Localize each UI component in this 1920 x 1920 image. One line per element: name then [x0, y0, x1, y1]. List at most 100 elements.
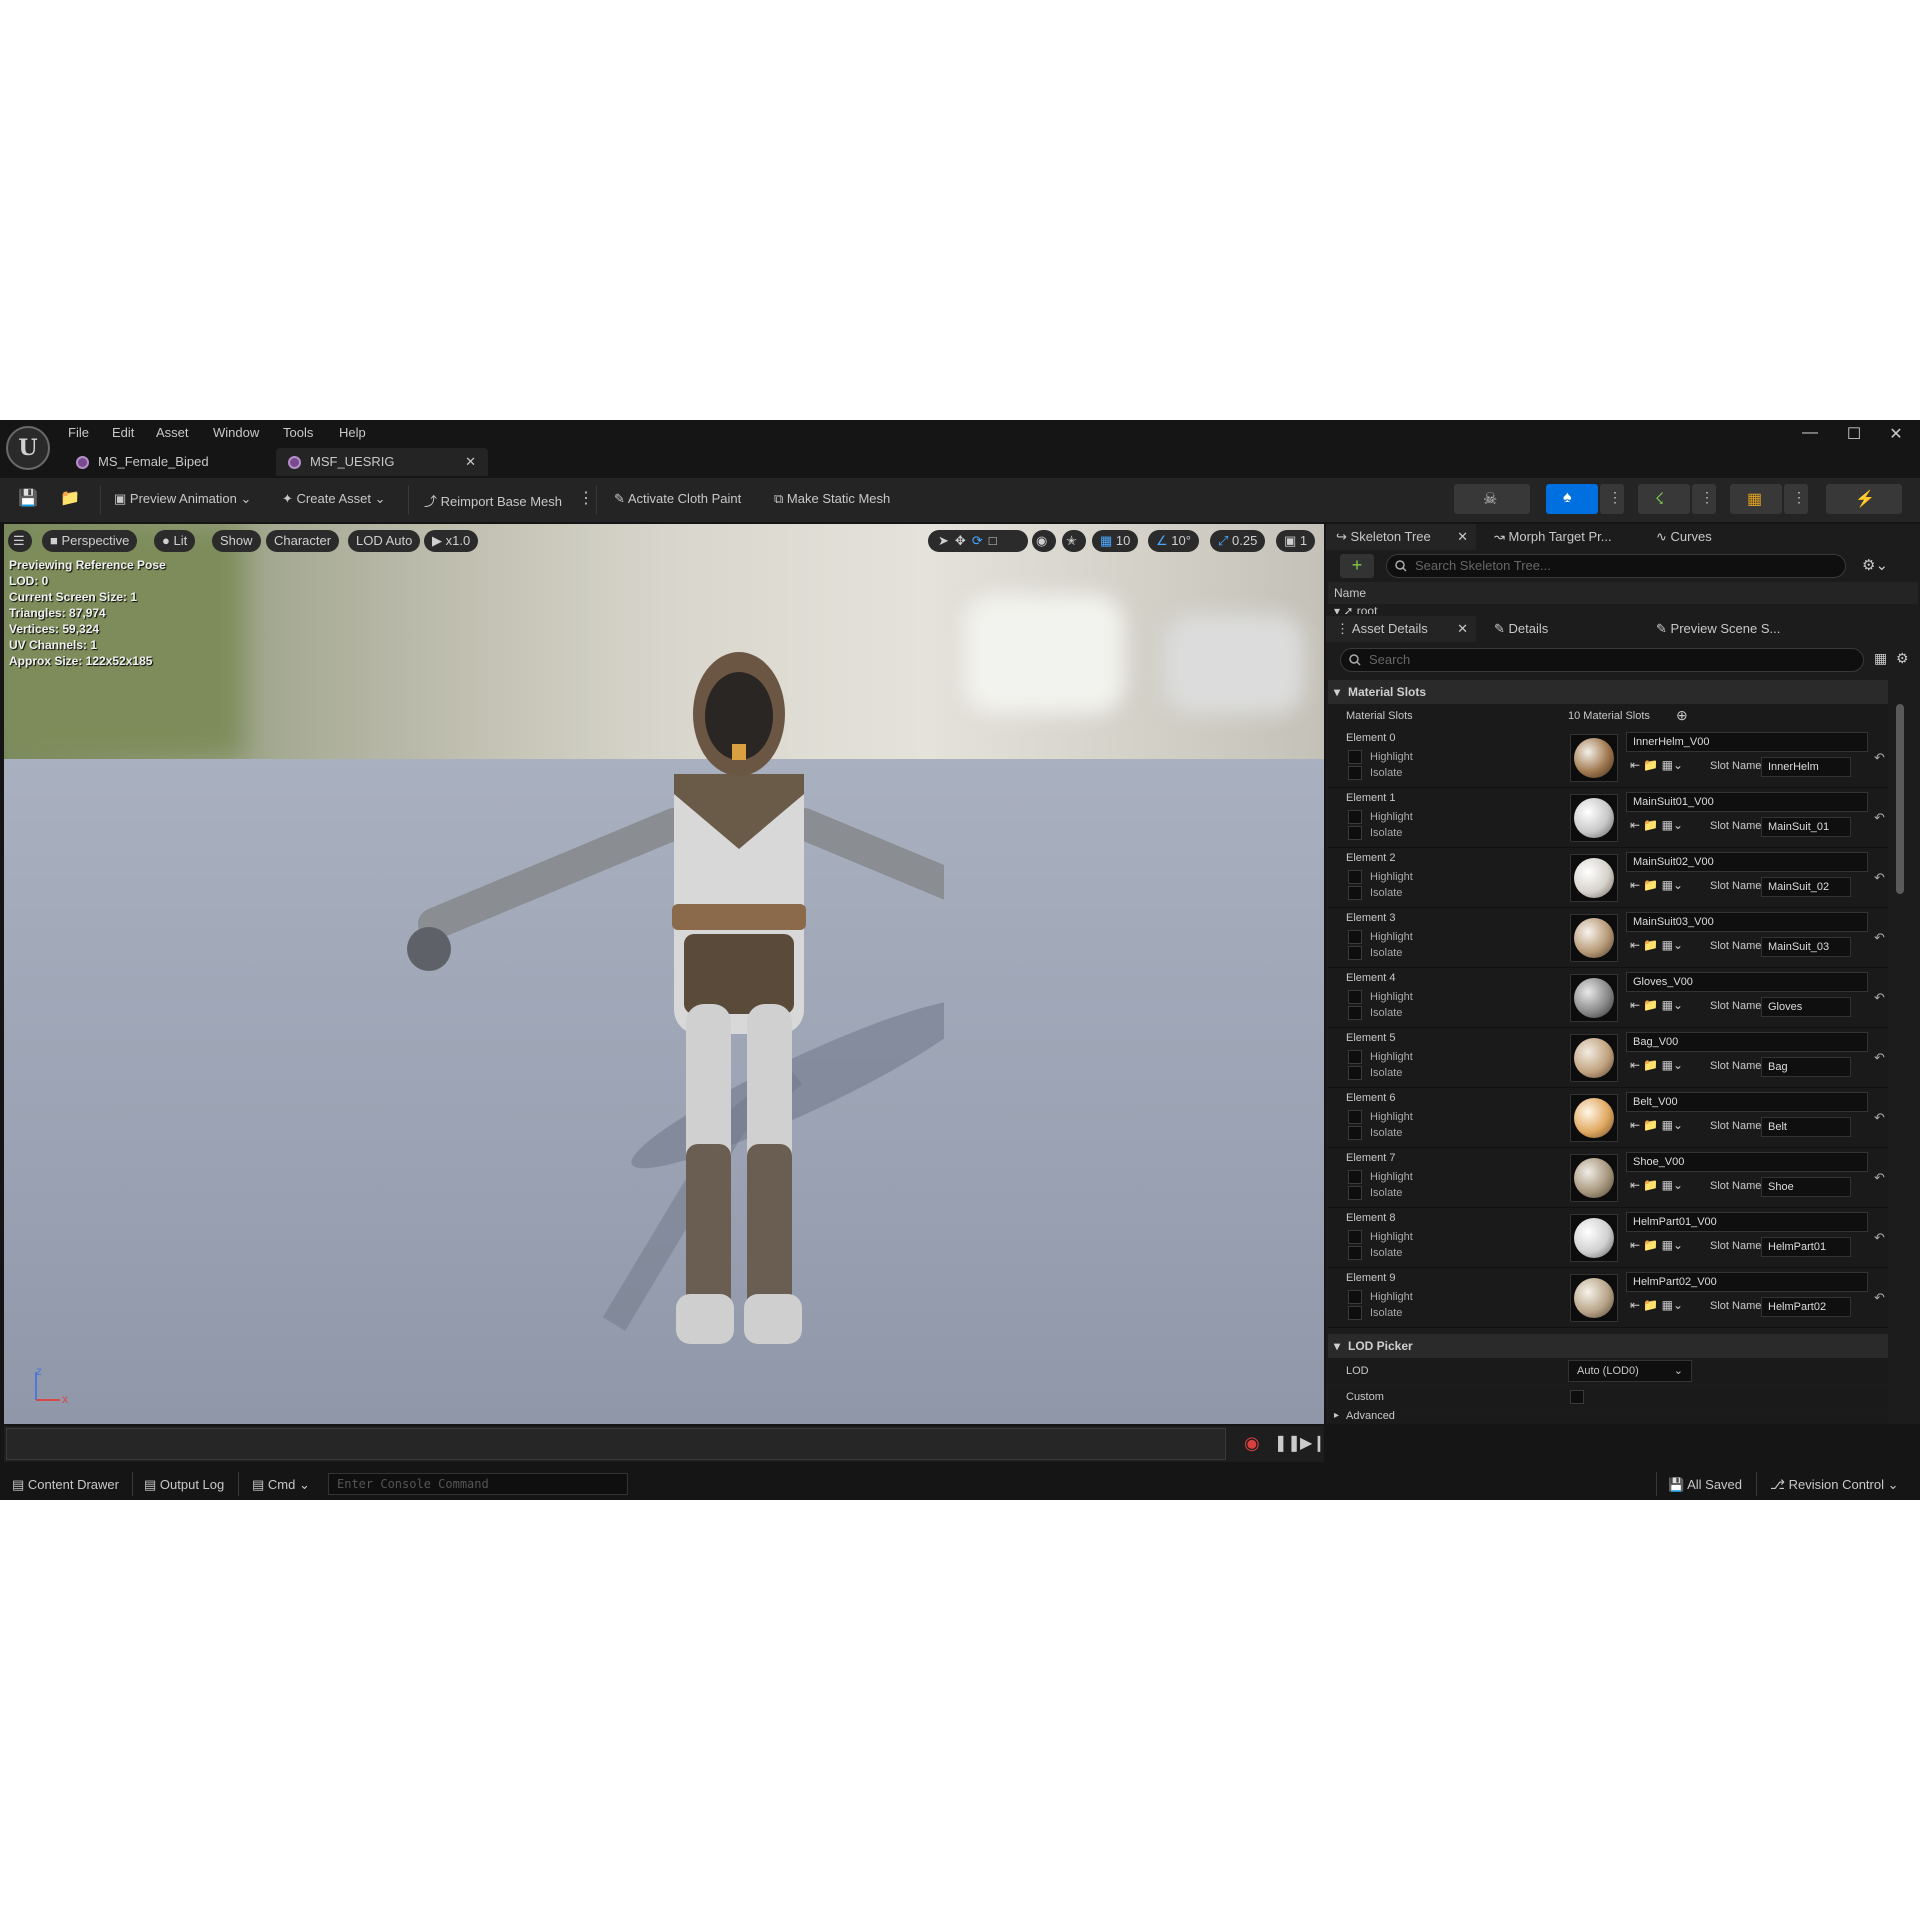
content-drawer-button[interactable]: ▤ Content Drawer	[12, 1477, 119, 1493]
highlight-checkbox[interactable]	[1348, 1110, 1362, 1124]
viewport-menu-button[interactable]: ☰	[8, 530, 32, 552]
console-input[interactable]: Enter Console Command	[328, 1473, 628, 1495]
all-saved-button[interactable]: 💾 All Saved	[1668, 1477, 1742, 1493]
slot-name-field[interactable]: MainSuit_02	[1761, 877, 1851, 897]
angle-snap[interactable]: ∠ 10°	[1148, 530, 1199, 552]
material-picker[interactable]: HelmPart02_V00	[1626, 1272, 1868, 1292]
material-thumbnail[interactable]	[1570, 1034, 1618, 1082]
table-view-icon[interactable]: ▦	[1874, 650, 1887, 667]
slot-name-field[interactable]: Shoe	[1761, 1177, 1851, 1197]
close-tab-icon[interactable]: ✕	[1457, 524, 1468, 550]
reset-icon[interactable]: ↶	[1874, 990, 1885, 1006]
menu-file[interactable]: File	[68, 425, 89, 440]
reset-icon[interactable]: ↶	[1874, 1110, 1885, 1126]
mesh-mode-button[interactable]: ♠	[1546, 484, 1598, 514]
reset-icon[interactable]: ↶	[1874, 930, 1885, 946]
timeline-scrubber[interactable]	[6, 1428, 1226, 1460]
material-thumbnail[interactable]	[1570, 914, 1618, 962]
preview-animation-dropdown[interactable]: ▣ Preview Animation ⌄	[114, 491, 251, 507]
material-picker[interactable]: MainSuit02_V00	[1626, 852, 1868, 872]
save-icon[interactable]: 💾	[18, 488, 38, 508]
material-picker[interactable]: Shoe_V00	[1626, 1152, 1868, 1172]
section-material-slots[interactable]: ▾ Material Slots	[1328, 680, 1888, 704]
material-actions[interactable]: ⇤ 📁 ▦⌄	[1630, 1178, 1683, 1192]
material-thumbnail[interactable]	[1570, 794, 1618, 842]
scrollbar-thumb[interactable]	[1896, 704, 1904, 894]
cloth-paint-button[interactable]: ✎ Activate Cloth Paint	[614, 491, 741, 507]
scale-snap[interactable]: ⤢ 0.25	[1210, 530, 1266, 552]
maximize-icon[interactable]: ☐	[1844, 424, 1864, 444]
reset-icon[interactable]: ↶	[1874, 870, 1885, 886]
section-lod-picker[interactable]: ▾ LOD Picker	[1328, 1334, 1888, 1358]
reset-icon[interactable]: ↶	[1874, 1170, 1885, 1186]
add-bone-button[interactable]: +	[1340, 554, 1374, 578]
tab-morph-target[interactable]: ↝ Morph Target Pr...	[1494, 524, 1634, 550]
animation-mode-menu[interactable]: ⋮	[1692, 484, 1716, 514]
lod-dropdown[interactable]: LOD Auto	[348, 530, 421, 552]
tab-ms-female-biped[interactable]: MS_Female_Biped	[64, 448, 274, 476]
material-actions[interactable]: ⇤ 📁 ▦⌄	[1630, 818, 1683, 832]
make-static-mesh-button[interactable]: ⧉ Make Static Mesh	[774, 491, 890, 507]
highlight-checkbox[interactable]	[1348, 930, 1362, 944]
tab-details[interactable]: ✎ Details	[1494, 616, 1634, 642]
material-actions[interactable]: ⇤ 📁 ▦⌄	[1630, 878, 1683, 892]
menu-window[interactable]: Window	[213, 425, 259, 440]
isolate-checkbox[interactable]	[1348, 826, 1362, 840]
blueprint-mode-menu[interactable]: ⋮	[1784, 484, 1808, 514]
material-picker[interactable]: InnerHelm_V00	[1626, 732, 1868, 752]
grid-snap[interactable]: ▦ 10	[1092, 530, 1139, 552]
isolate-checkbox[interactable]	[1348, 766, 1362, 780]
highlight-checkbox[interactable]	[1348, 870, 1362, 884]
isolate-checkbox[interactable]	[1348, 1006, 1362, 1020]
reset-icon[interactable]: ↶	[1874, 1290, 1885, 1306]
material-thumbnail[interactable]	[1570, 734, 1618, 782]
record-icon[interactable]: ◉	[1244, 1433, 1260, 1454]
skeleton-mode-button[interactable]: ☠	[1454, 484, 1530, 514]
playback-speed-dropdown[interactable]: ▶ x1.0	[424, 530, 479, 552]
show-dropdown[interactable]: Show	[212, 530, 261, 552]
material-actions[interactable]: ⇤ 📁 ▦⌄	[1630, 1238, 1683, 1252]
skeleton-search-input[interactable]: Search Skeleton Tree...	[1386, 554, 1846, 578]
unreal-logo-icon[interactable]: U	[6, 426, 50, 470]
material-picker[interactable]: Gloves_V00	[1626, 972, 1868, 992]
pause-icon[interactable]: ❚❚	[1274, 1433, 1301, 1453]
isolate-checkbox[interactable]	[1348, 1126, 1362, 1140]
highlight-checkbox[interactable]	[1348, 990, 1362, 1004]
isolate-checkbox[interactable]	[1348, 1186, 1362, 1200]
step-forward-icon[interactable]: ▶❙	[1300, 1433, 1326, 1453]
material-thumbnail[interactable]	[1570, 974, 1618, 1022]
isolate-checkbox[interactable]	[1348, 946, 1362, 960]
world-local-toggle[interactable]: ◉	[1032, 530, 1056, 552]
slot-name-field[interactable]: HelmPart02	[1761, 1297, 1851, 1317]
material-actions[interactable]: ⇤ 📁 ▦⌄	[1630, 938, 1683, 952]
menu-help[interactable]: Help	[339, 425, 366, 440]
material-actions[interactable]: ⇤ 📁 ▦⌄	[1630, 1058, 1683, 1072]
slot-name-field[interactable]: MainSuit_03	[1761, 937, 1851, 957]
close-tab-icon[interactable]: ✕	[1457, 616, 1468, 642]
minimize-icon[interactable]: —	[1800, 424, 1820, 442]
tab-preview-scene[interactable]: ✎ Preview Scene S...	[1656, 616, 1816, 642]
animation-mode-button[interactable]: ☇	[1638, 484, 1690, 514]
material-thumbnail[interactable]	[1570, 1094, 1618, 1142]
tab-msf-uesrig[interactable]: MSF_UESRIG ✕	[276, 448, 488, 476]
bone-row-root[interactable]: ▾ ➚ root	[1328, 604, 1918, 614]
tab-skeleton-tree[interactable]: ↪ Skeleton Tree ✕	[1326, 524, 1476, 550]
revision-control-dropdown[interactable]: ⎇ Revision Control ⌄	[1770, 1477, 1899, 1493]
highlight-checkbox[interactable]	[1348, 1290, 1362, 1304]
material-thumbnail[interactable]	[1570, 1214, 1618, 1262]
slot-name-field[interactable]: Gloves	[1761, 997, 1851, 1017]
more-options-icon[interactable]: ⋮	[578, 488, 594, 508]
slot-name-field[interactable]: Bag	[1761, 1057, 1851, 1077]
tab-asset-details[interactable]: ⋮ Asset Details ✕	[1326, 616, 1476, 642]
highlight-checkbox[interactable]	[1348, 750, 1362, 764]
material-picker[interactable]: MainSuit01_V00	[1626, 792, 1868, 812]
mesh-mode-menu[interactable]: ⋮	[1600, 484, 1624, 514]
highlight-checkbox[interactable]	[1348, 810, 1362, 824]
custom-checkbox[interactable]	[1570, 1390, 1584, 1404]
menu-edit[interactable]: Edit	[112, 425, 134, 440]
material-actions[interactable]: ⇤ 📁 ▦⌄	[1630, 1118, 1683, 1132]
highlight-checkbox[interactable]	[1348, 1050, 1362, 1064]
material-picker[interactable]: MainSuit03_V00	[1626, 912, 1868, 932]
material-picker[interactable]: Belt_V00	[1626, 1092, 1868, 1112]
reset-icon[interactable]: ↶	[1874, 1230, 1885, 1246]
